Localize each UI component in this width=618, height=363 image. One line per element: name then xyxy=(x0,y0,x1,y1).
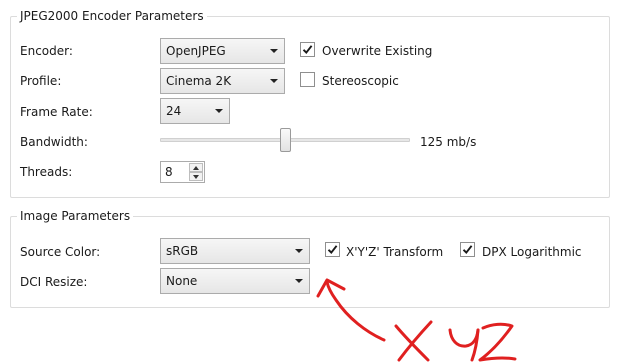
annotation-letter-x xyxy=(397,320,433,362)
annotation-letter-z xyxy=(478,322,517,362)
handwritten-xyz-annotation xyxy=(316,278,517,362)
annotation-arrow-shaft xyxy=(325,280,386,342)
annotation-letter-y xyxy=(448,328,480,348)
annotation-letter-y xyxy=(470,328,480,362)
